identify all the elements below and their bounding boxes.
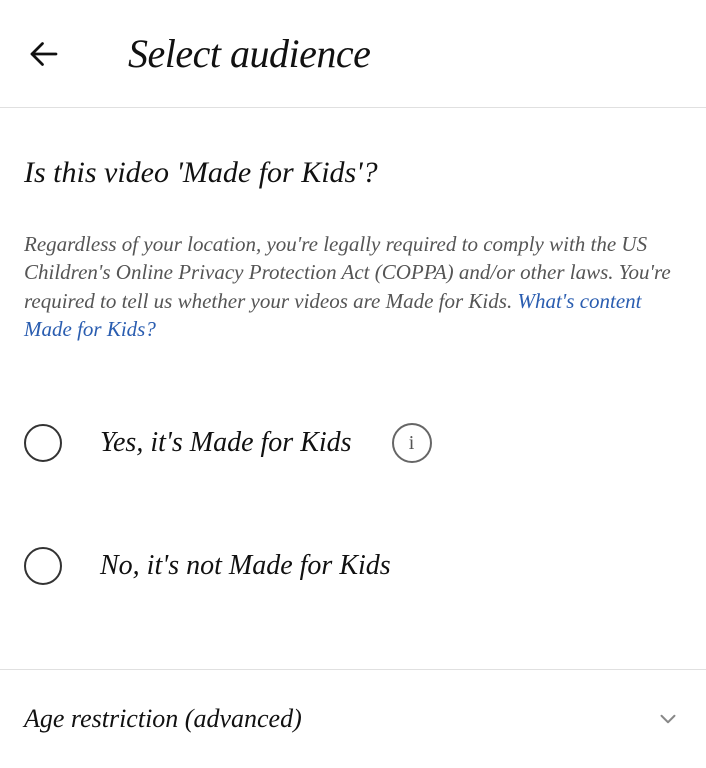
chevron-down-icon [654,705,682,733]
back-arrow-icon[interactable] [24,34,64,74]
page-title: Select audience [128,30,370,77]
header: Select audience [0,0,706,108]
audience-options: Yes, it's Made for Kids i No, it's not M… [24,423,682,585]
option-yes-made-for-kids[interactable]: Yes, it's Made for Kids i [24,423,682,463]
age-restriction-row[interactable]: Age restriction (advanced) [0,670,706,768]
info-icon[interactable]: i [392,423,432,463]
option-label: No, it's not Made for Kids [100,550,391,582]
option-not-made-for-kids[interactable]: No, it's not Made for Kids [24,547,682,585]
radio-icon [24,547,62,585]
content: Is this video 'Made for Kids'? Regardles… [0,108,706,585]
audience-question: Is this video 'Made for Kids'? [24,156,682,190]
radio-icon [24,424,62,462]
age-restriction-label: Age restriction (advanced) [24,704,302,734]
audience-description: Regardless of your location, you're lega… [24,230,682,343]
option-label: Yes, it's Made for Kids [100,427,352,459]
